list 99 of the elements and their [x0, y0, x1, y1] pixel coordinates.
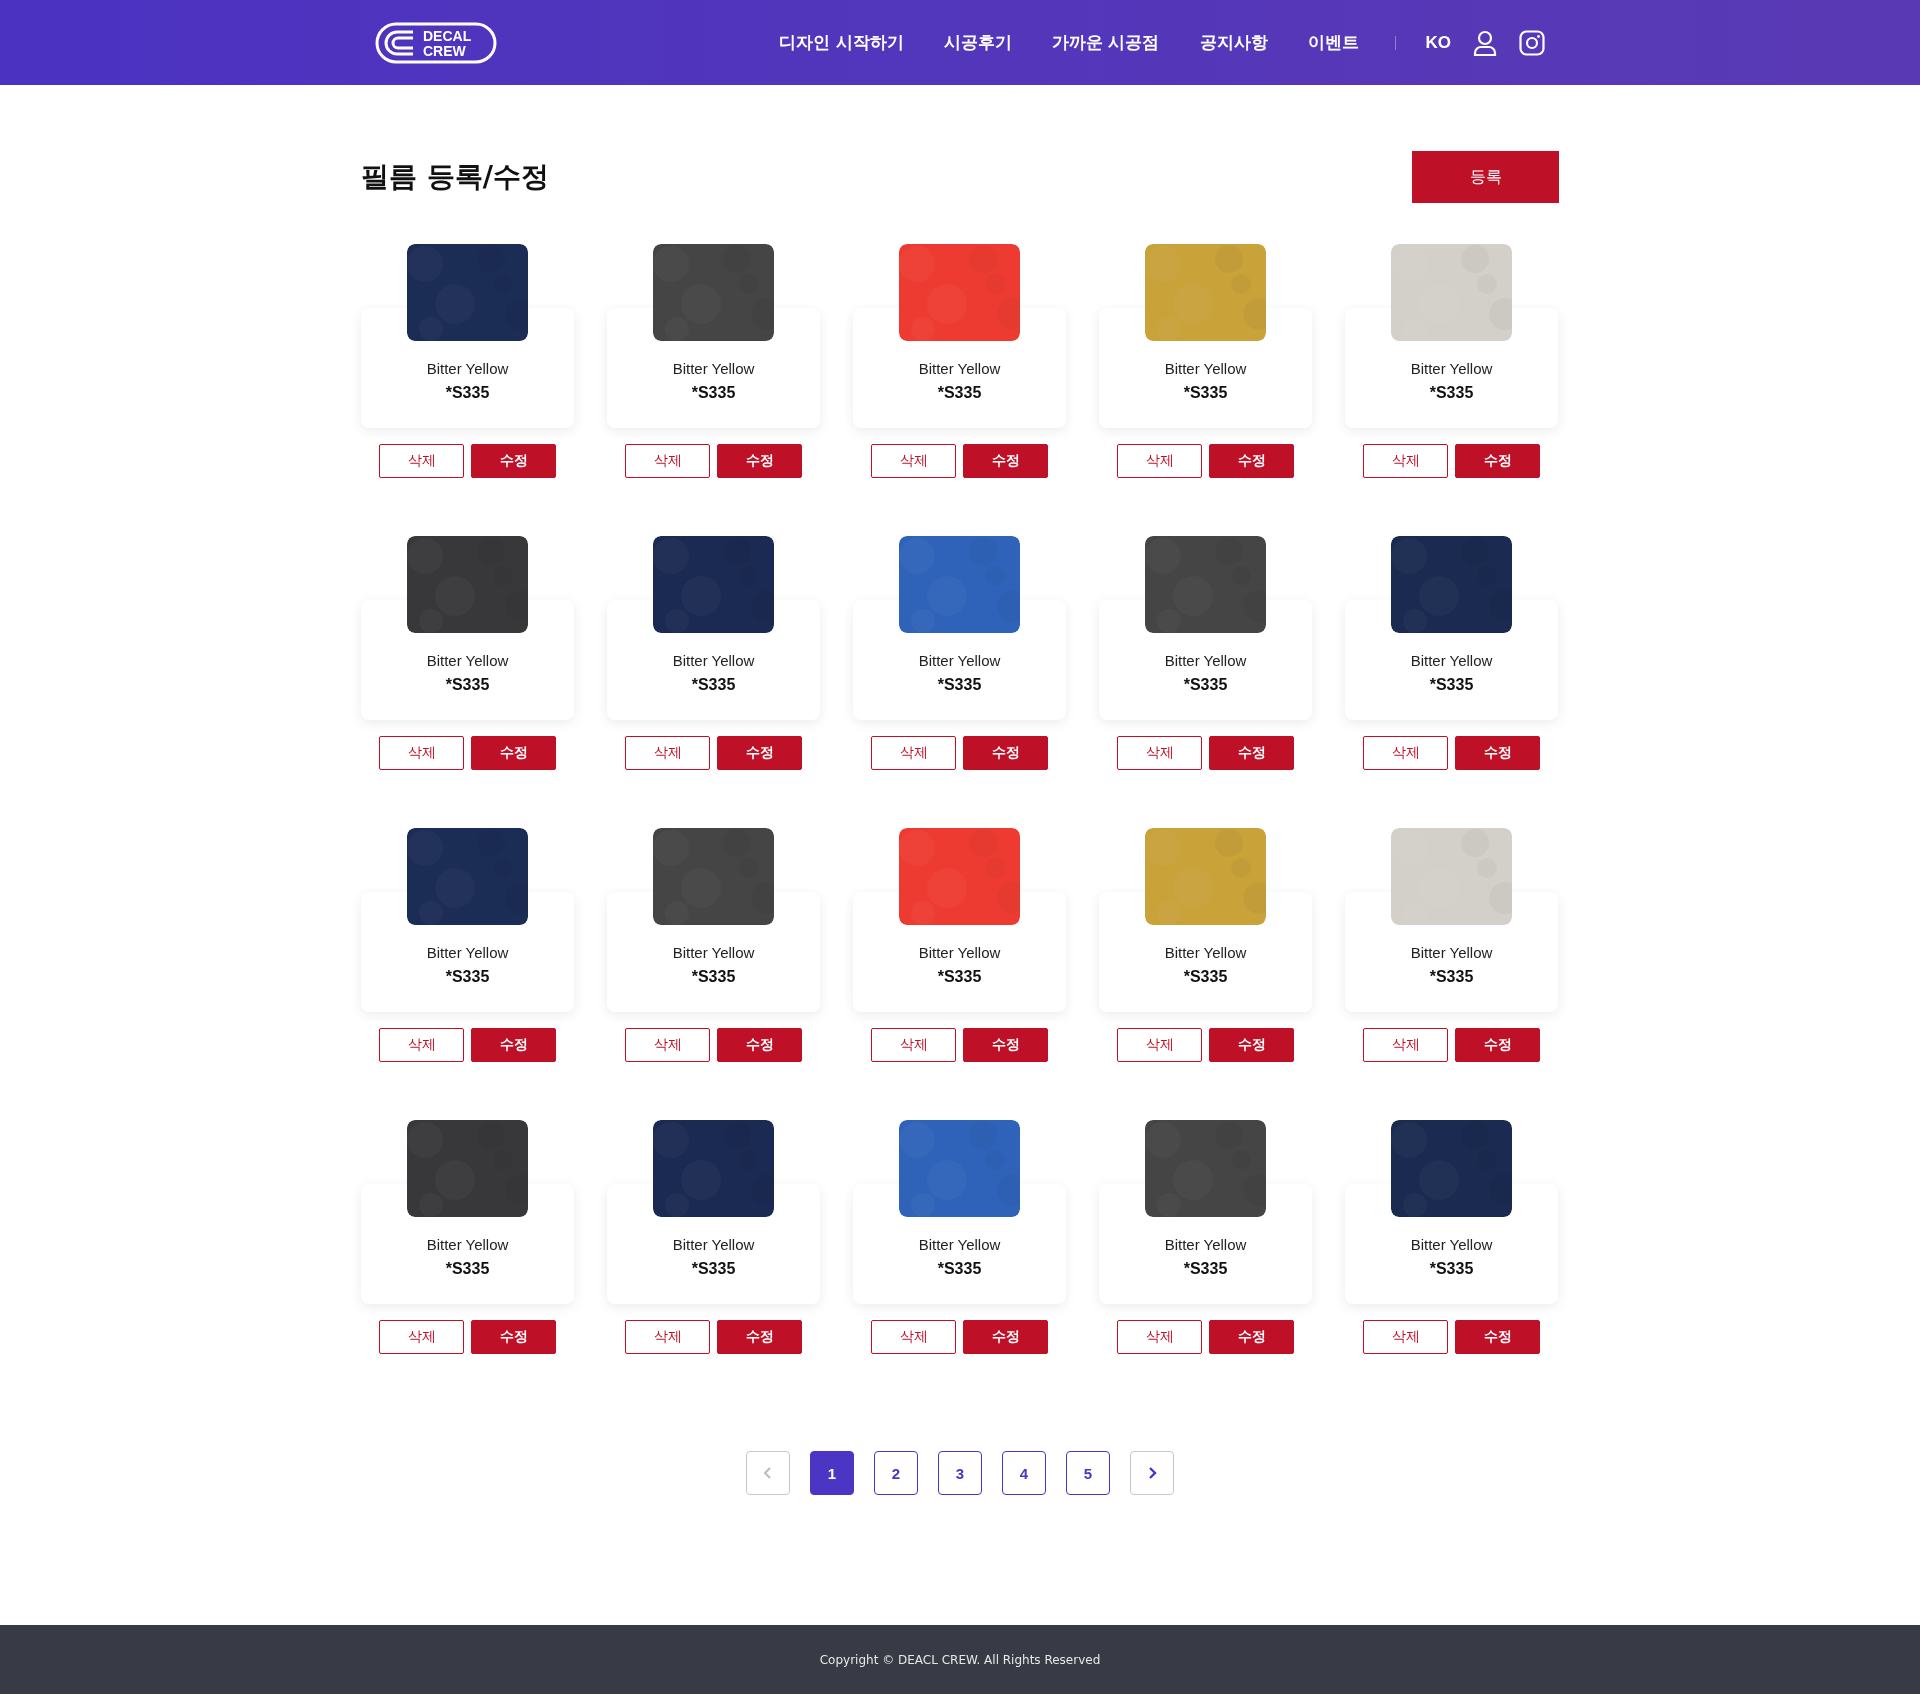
film-code: *S335	[1429, 676, 1474, 694]
film-name: Bitter Yellow	[918, 944, 1001, 961]
film-name: Bitter Yellow	[672, 652, 755, 669]
film-code: *S335	[937, 676, 982, 694]
edit-button[interactable]: 수정	[717, 444, 802, 478]
film-code: *S335	[691, 676, 736, 694]
delete-button[interactable]: 삭제	[379, 1320, 464, 1354]
film-code: *S335	[691, 968, 736, 986]
film-name: Bitter Yellow	[918, 1236, 1001, 1253]
delete-button[interactable]: 삭제	[871, 1320, 956, 1354]
logo[interactable]: DECAL CREW	[375, 21, 497, 64]
edit-button[interactable]: 수정	[1209, 736, 1294, 770]
film-code: *S335	[445, 1260, 490, 1278]
delete-button[interactable]: 삭제	[625, 1028, 710, 1062]
film-name: Bitter Yellow	[1164, 360, 1247, 377]
nav-link[interactable]: 이벤트	[1307, 31, 1359, 54]
film-name: Bitter Yellow	[672, 1236, 755, 1253]
film-code: *S335	[1183, 676, 1228, 694]
delete-button[interactable]: 삭제	[625, 444, 710, 478]
instagram-icon[interactable]	[1519, 29, 1545, 56]
page-button[interactable]: 4	[1002, 1451, 1046, 1495]
film-name: Bitter Yellow	[1410, 944, 1493, 961]
delete-button[interactable]: 삭제	[379, 444, 464, 478]
user-icon[interactable]	[1473, 29, 1497, 56]
edit-button[interactable]: 수정	[717, 1320, 802, 1354]
film-name: Bitter Yellow	[426, 652, 509, 669]
delete-button[interactable]: 삭제	[625, 1320, 710, 1354]
page-button[interactable]: 3	[938, 1451, 982, 1495]
delete-button[interactable]: 삭제	[1117, 736, 1202, 770]
page-title: 필름 등록/수정	[361, 159, 549, 195]
film-code: *S335	[445, 676, 490, 694]
delete-button[interactable]: 삭제	[379, 736, 464, 770]
film-code: *S335	[1429, 968, 1474, 986]
edit-button[interactable]: 수정	[963, 736, 1048, 770]
film-code: *S335	[691, 384, 736, 402]
nav-link[interactable]: 가까운 시공점	[1051, 31, 1160, 54]
page-button[interactable]: 2	[874, 1451, 918, 1495]
register-button[interactable]: 등록	[1412, 151, 1559, 203]
language-link[interactable]: KO	[1425, 32, 1451, 53]
film-code: *S335	[445, 384, 490, 402]
film-code: *S335	[691, 1260, 736, 1278]
edit-button[interactable]: 수정	[1455, 444, 1540, 478]
edit-button[interactable]: 수정	[471, 1028, 556, 1062]
film-code: *S335	[1183, 968, 1228, 986]
copyright-text: Copyright © DEACL CREW. All Rights Reserved	[819, 1652, 1101, 1667]
film-code: *S335	[445, 968, 490, 986]
film-code: *S335	[1429, 1260, 1474, 1278]
film-name: Bitter Yellow	[672, 360, 755, 377]
delete-button[interactable]: 삭제	[1117, 1320, 1202, 1354]
edit-button[interactable]: 수정	[963, 444, 1048, 478]
edit-button[interactable]: 수정	[1209, 1028, 1294, 1062]
nav-link[interactable]: 디자인 시작하기	[778, 31, 904, 54]
delete-button[interactable]: 삭제	[871, 736, 956, 770]
film-code: *S335	[1429, 384, 1474, 402]
edit-button[interactable]: 수정	[471, 1320, 556, 1354]
film-code: *S335	[1183, 1260, 1228, 1278]
film-name: Bitter Yellow	[426, 360, 509, 377]
film-name: Bitter Yellow	[1164, 652, 1247, 669]
edit-button[interactable]: 수정	[1455, 736, 1540, 770]
film-code: *S335	[1183, 384, 1228, 402]
delete-button[interactable]: 삭제	[379, 1028, 464, 1062]
edit-button[interactable]: 수정	[1455, 1320, 1540, 1354]
edit-button[interactable]: 수정	[963, 1028, 1048, 1062]
delete-button[interactable]: 삭제	[1363, 1320, 1448, 1354]
edit-button[interactable]: 수정	[963, 1320, 1048, 1354]
film-name: Bitter Yellow	[1164, 1236, 1247, 1253]
delete-button[interactable]: 삭제	[625, 736, 710, 770]
edit-button[interactable]: 수정	[471, 444, 556, 478]
edit-button[interactable]: 수정	[1209, 444, 1294, 478]
chevron-left-icon	[763, 1466, 773, 1480]
edit-button[interactable]: 수정	[1209, 1320, 1294, 1354]
edit-button[interactable]: 수정	[471, 736, 556, 770]
film-name: Bitter Yellow	[1164, 944, 1247, 961]
nav-link[interactable]: 공지사항	[1199, 31, 1268, 54]
film-name: Bitter Yellow	[1410, 652, 1493, 669]
edit-button[interactable]: 수정	[1455, 1028, 1540, 1062]
delete-button[interactable]: 삭제	[871, 444, 956, 478]
film-name: Bitter Yellow	[426, 944, 509, 961]
film-code: *S335	[937, 968, 982, 986]
chevron-right-icon	[1147, 1466, 1157, 1480]
film-name: Bitter Yellow	[672, 944, 755, 961]
delete-button[interactable]: 삭제	[1363, 736, 1448, 770]
edit-button[interactable]: 수정	[717, 736, 802, 770]
edit-button[interactable]: 수정	[717, 1028, 802, 1062]
film-name: Bitter Yellow	[1410, 1236, 1493, 1253]
page-button[interactable]: 1	[810, 1451, 854, 1495]
film-code: *S335	[937, 384, 982, 402]
delete-button[interactable]: 삭제	[871, 1028, 956, 1062]
delete-button[interactable]: 삭제	[1363, 444, 1448, 478]
film-code: *S335	[937, 1260, 982, 1278]
nav-link[interactable]: 시공후기	[943, 31, 1012, 54]
delete-button[interactable]: 삭제	[1117, 1028, 1202, 1062]
film-name: Bitter Yellow	[1410, 360, 1493, 377]
film-name: Bitter Yellow	[918, 360, 1001, 377]
film-name: Bitter Yellow	[426, 1236, 509, 1253]
film-name: Bitter Yellow	[918, 652, 1001, 669]
page-button[interactable]: 5	[1066, 1451, 1110, 1495]
delete-button[interactable]: 삭제	[1363, 1028, 1448, 1062]
delete-button[interactable]: 삭제	[1117, 444, 1202, 478]
